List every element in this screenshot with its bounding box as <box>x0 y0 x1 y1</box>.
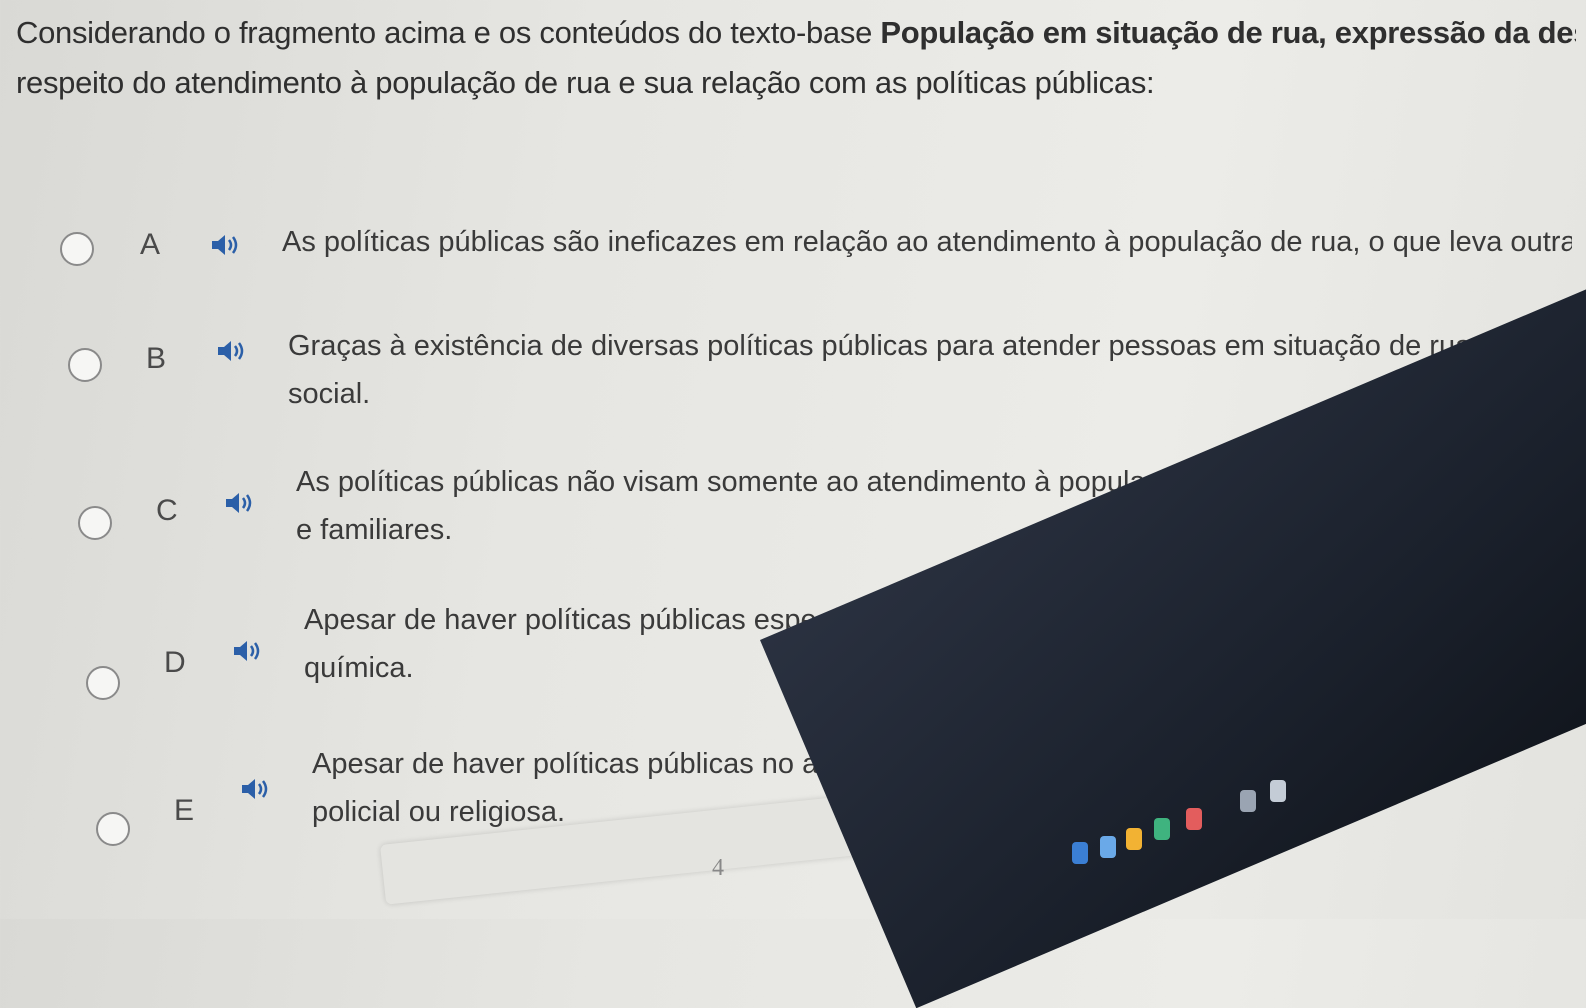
app-icon[interactable] <box>1126 828 1142 850</box>
option-text: As políticas públicas são ineficazes em … <box>282 226 1572 258</box>
radio-option-c[interactable] <box>78 506 112 540</box>
option-letter: B <box>146 342 167 375</box>
app-icon[interactable] <box>1072 842 1088 864</box>
option-letter: C <box>156 494 178 527</box>
taskbar-icons <box>1060 770 1560 890</box>
speaker-icon[interactable] <box>224 490 258 516</box>
option-letter: D <box>164 646 186 679</box>
option-a[interactable]: A As políticas públicas são ineficazes e… <box>0 210 1586 340</box>
question-line-2: respeito do atendimento à população de r… <box>16 65 1155 100</box>
speaker-icon[interactable] <box>240 776 274 802</box>
option-letter: E <box>174 794 195 827</box>
quiz-screen: Considerando o fragmento acima e os cont… <box>0 0 1586 1008</box>
text-base-title: População em situação de rua, expressão … <box>880 15 1576 50</box>
page-number-4[interactable]: 4 <box>712 855 724 882</box>
speaker-icon[interactable] <box>210 232 244 258</box>
app-icon[interactable] <box>1270 780 1286 802</box>
radio-option-d[interactable] <box>86 666 120 700</box>
app-icon[interactable] <box>1186 808 1202 830</box>
radio-option-a[interactable] <box>60 232 94 266</box>
app-icon[interactable] <box>1100 836 1116 858</box>
speaker-icon[interactable] <box>232 638 266 664</box>
question-text: Considerando o fragmento acima e os cont… <box>16 8 1576 108</box>
speaker-icon[interactable] <box>216 338 250 364</box>
option-letter: A <box>140 228 161 261</box>
question-line-1: Considerando o fragmento acima e os cont… <box>16 8 1576 58</box>
radio-option-e[interactable] <box>96 812 130 846</box>
radio-option-b[interactable] <box>68 348 102 382</box>
app-icon[interactable] <box>1154 818 1170 840</box>
app-icon[interactable] <box>1240 790 1256 812</box>
